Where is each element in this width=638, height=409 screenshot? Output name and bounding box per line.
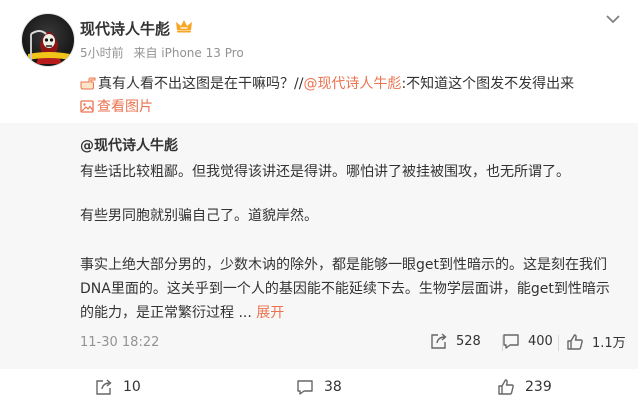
image-icon: [80, 100, 94, 113]
repost-last-line: 的能力，是正常繁衍过程 ... 展开: [80, 302, 284, 322]
thumbs-up-icon: [567, 333, 583, 350]
post-meta: 5小时前 来自 iPhone 13 Pro: [80, 44, 244, 61]
share-count: 10: [123, 379, 141, 395]
mention-link[interactable]: @现代诗人牛彪: [303, 76, 401, 92]
repost-line: 事实上绝大部分男的，少数木讷的除外，都是能够一眼get到性暗示的。这是刻在我们: [80, 257, 607, 273]
comment-icon: [297, 380, 313, 395]
repost-line: DNA里面的。这关乎到一个人的基因能不能延续下去。生物学层面讲，能get到性暗示: [80, 281, 610, 297]
post-text-tail: :不知道这个图发不发得出来: [401, 76, 575, 92]
author-name[interactable]: 现代诗人牛彪: [80, 18, 170, 39]
repost-line: 有些男同胞就别骗自己了。道貌岸然。: [80, 208, 318, 224]
share-icon: [96, 379, 112, 395]
comment-count: 38: [324, 379, 342, 395]
comment-icon: [503, 334, 519, 349]
view-picture-label: 查看图片: [97, 99, 153, 115]
avatar-grim-reaper-icon: [28, 30, 70, 64]
like-button[interactable]: 239: [497, 378, 552, 396]
comment-button[interactable]: 38: [296, 378, 342, 396]
reposted-card: @现代诗人牛彪 有些话比较粗鄙。但我觉得该讲还是得讲。哪怕讲了被挂被围攻，也无所…: [0, 123, 638, 369]
pointing-finger-icon: [80, 77, 96, 90]
repost-comment-count: 400: [528, 333, 553, 349]
crown-icon: [176, 20, 192, 33]
repost-share-button[interactable]: 528: [430, 332, 481, 350]
repost-line: 有些话比较粗鄙。但我觉得该讲还是得讲。哪怕讲了被挂被围攻，也无所谓了。: [80, 164, 570, 180]
repost-line: 的能力，是正常繁衍过程: [80, 305, 234, 321]
repost-like-count: 1.1万: [592, 336, 626, 351]
like-count: 239: [525, 379, 552, 395]
share-icon: [431, 333, 447, 349]
repost-comment-button[interactable]: 400: [502, 332, 553, 350]
avatar[interactable]: [21, 13, 75, 67]
ellipsis: ...: [234, 305, 257, 321]
post-time[interactable]: 5小时前: [80, 46, 124, 60]
share-button[interactable]: 10: [95, 378, 141, 396]
divider: [558, 335, 559, 351]
expand-link[interactable]: 展开: [256, 305, 284, 321]
post-text: 真有人看不出这图是在干嘛吗？//@现代诗人牛彪:不知道这个图发不发得出来: [80, 73, 574, 93]
repost-author[interactable]: @现代诗人牛彪: [80, 135, 178, 155]
view-picture-link[interactable]: 查看图片: [80, 96, 153, 116]
post-text-main: 真有人看不出这图是在干嘛吗？//: [98, 76, 304, 92]
repost-share-count: 528: [456, 333, 481, 349]
post-source: 来自 iPhone 13 Pro: [133, 46, 244, 60]
repost-date[interactable]: 11-30 18:22: [80, 335, 159, 350]
chevron-down-icon[interactable]: [606, 14, 620, 24]
thumbs-up-icon: [498, 379, 514, 395]
repost-like-button[interactable]: 1.1万: [566, 332, 626, 351]
